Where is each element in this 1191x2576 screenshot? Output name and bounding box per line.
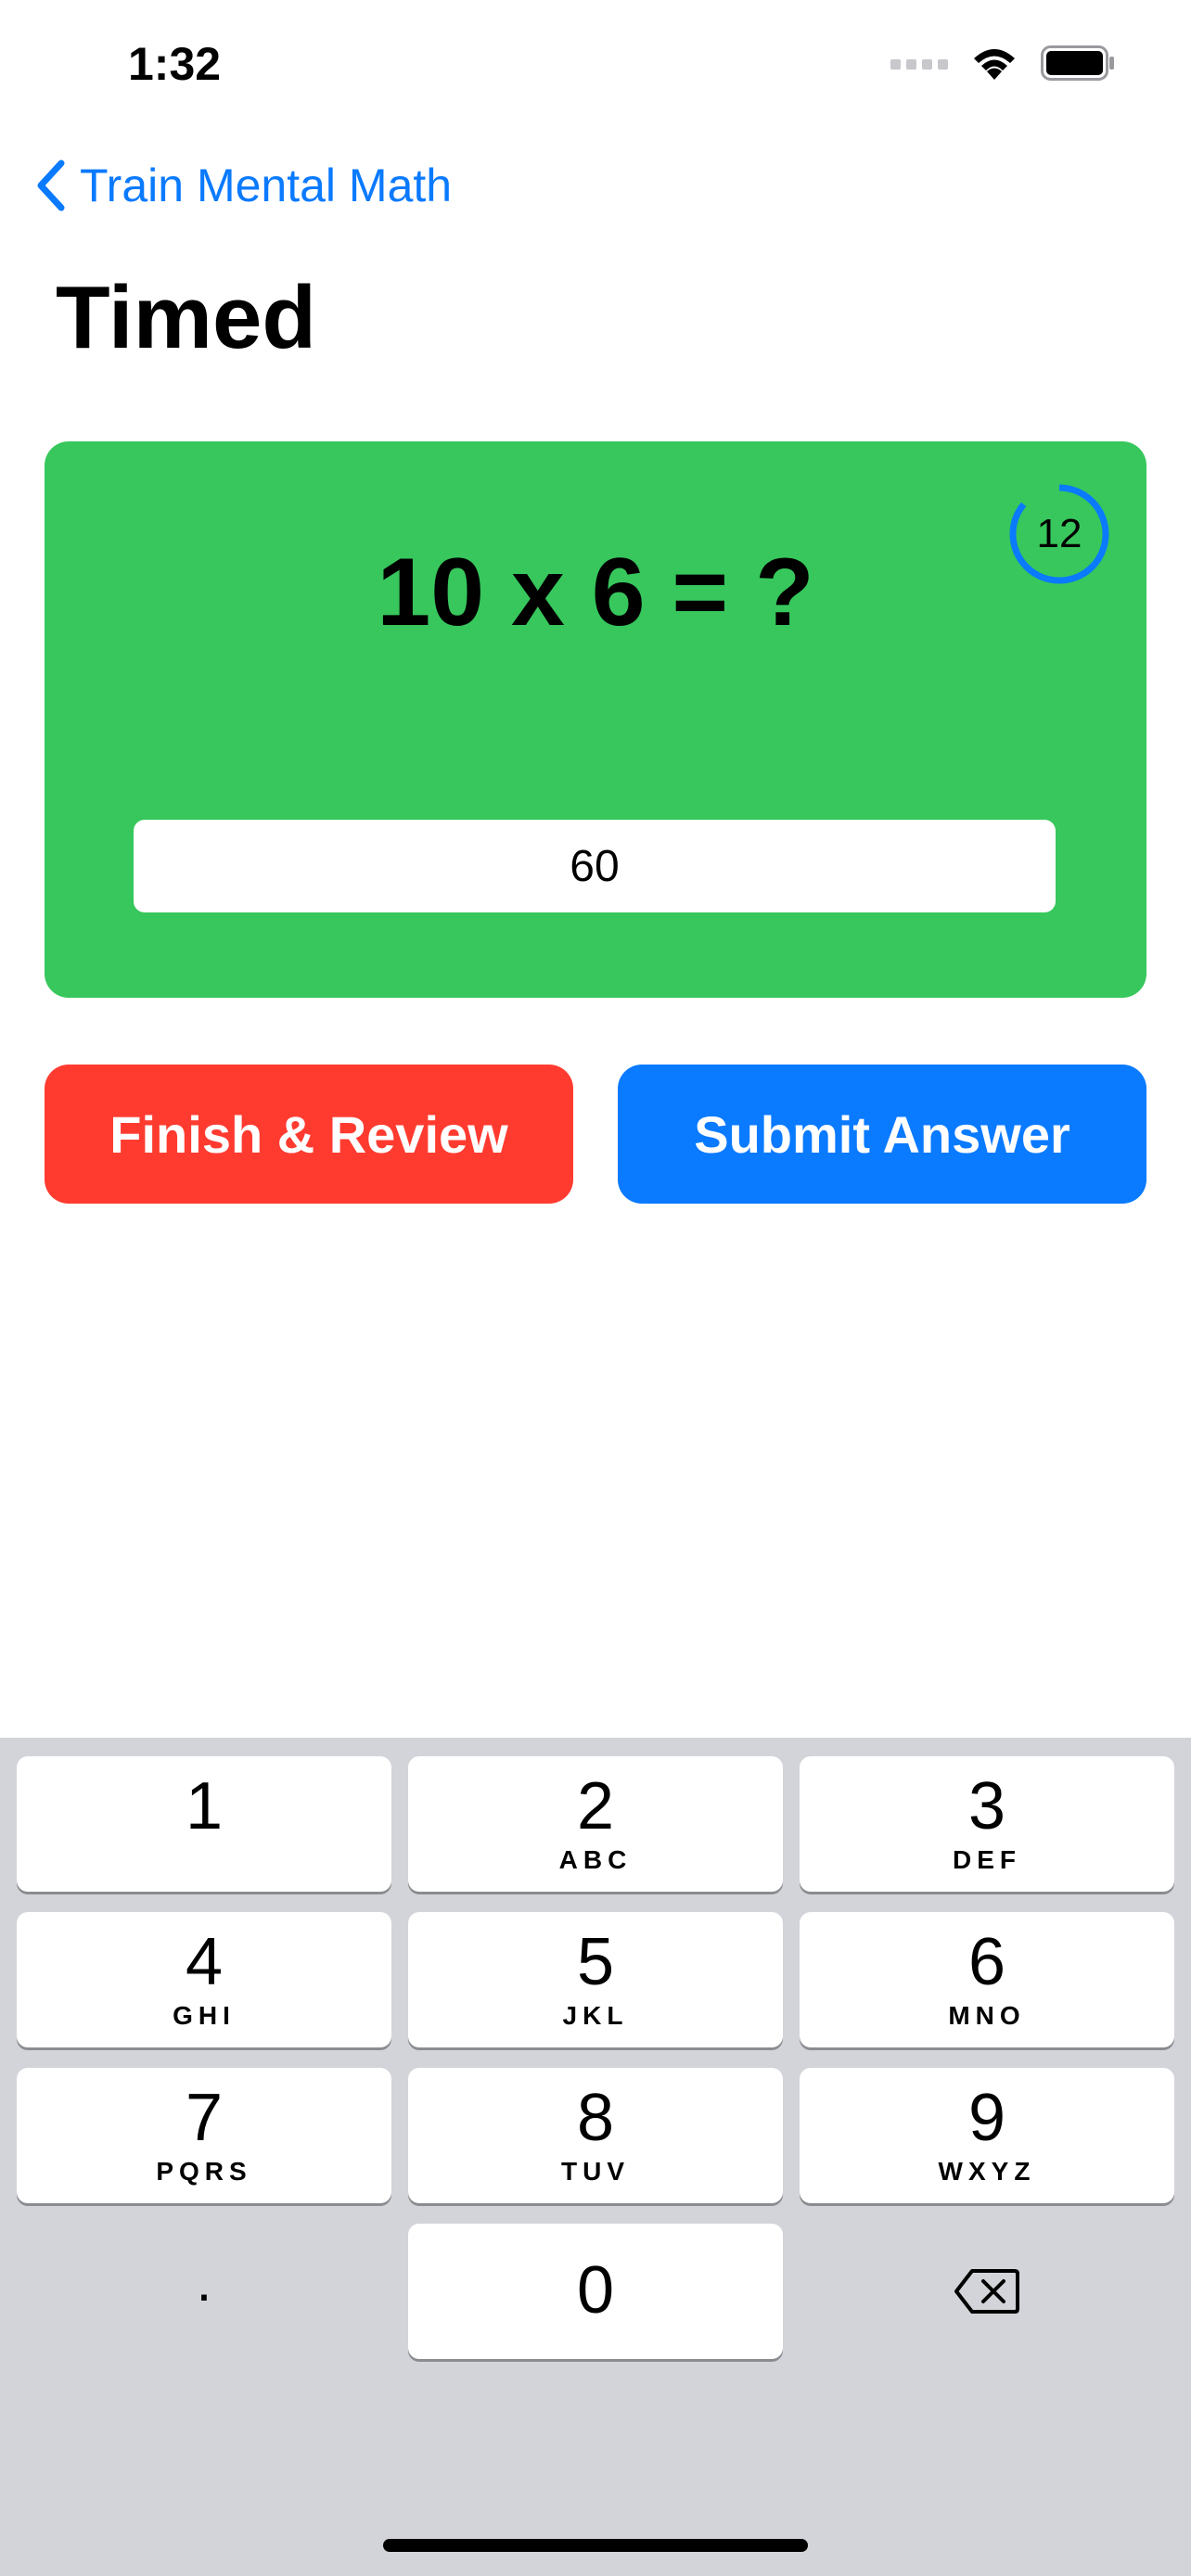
key-letters: DEF [953,1845,1021,1874]
key-letters: GHI [173,2001,236,2030]
wifi-icon [974,49,1015,80]
question-card: 12 10 x 6 = ? 60 [45,441,1146,998]
cellular-signal-icon [890,59,948,70]
back-label: Train Mental Math [80,159,453,211]
key-digit: 7 [185,2081,224,2155]
question-text: 10 x 6 = ? [377,539,814,646]
key-letters: ABC [558,1845,633,1874]
key-digit: 9 [967,2081,1006,2155]
key-letters: TUV [561,2157,630,2186]
key-digit: 6 [967,1925,1006,1999]
key-digit: 5 [576,1925,615,1999]
chevron-left-icon [37,159,65,211]
key-0[interactable]: 0 [408,2224,783,2359]
finish-review-button[interactable]: Finish & Review [45,1065,573,1204]
page-title: Timed [56,268,316,367]
key-digit: 3 [967,1769,1006,1843]
home-indicator[interactable] [383,2539,808,2552]
key-8[interactable]: 8 TUV [408,2068,783,2203]
key-letters: WXYZ [938,2157,1036,2186]
key-1[interactable]: 1 [17,1756,391,1892]
key-7[interactable]: 7 PQRS [17,2068,391,2203]
key-6[interactable]: 6 MNO [800,1912,1174,2047]
key-3[interactable]: 3 DEF [800,1756,1174,1892]
answer-input[interactable]: 60 [134,820,1056,912]
key-letters: MNO [948,2001,1026,2030]
key-2[interactable]: 2 ABC [408,1756,783,1892]
key-9[interactable]: 9 WXYZ [800,2068,1174,2203]
back-button[interactable]: Train Mental Math [33,158,452,213]
status-icons [890,45,1115,82]
key-letters: PQRS [156,2157,252,2186]
backspace-icon [954,2269,1019,2314]
key-decimal-label: . [196,2251,212,2313]
key-digit: 1 [185,1769,224,1843]
battery-icon [1041,45,1114,81]
key-5[interactable]: 5 JKL [408,1912,783,2047]
key-letters: JKL [562,2001,629,2030]
key-4[interactable]: 4 GHI [17,1912,391,2047]
key-digit: 8 [576,2081,615,2155]
submit-answer-button[interactable]: Submit Answer [618,1065,1146,1204]
key-delete[interactable] [800,2224,1174,2359]
key-decimal[interactable]: . [17,2224,391,2359]
key-digit: 2 [576,1769,615,1843]
status-time: 1:32 [128,38,222,90]
key-digit: 0 [576,2253,615,2327]
numeric-keyboard: 1 2 ABC 3 DEF 4 GHI 5 JKL 6 MNO 7 PQRS 8… [0,1738,1191,2576]
status-bar: 1:32 [0,0,1191,139]
key-digit: 4 [185,1925,224,1999]
